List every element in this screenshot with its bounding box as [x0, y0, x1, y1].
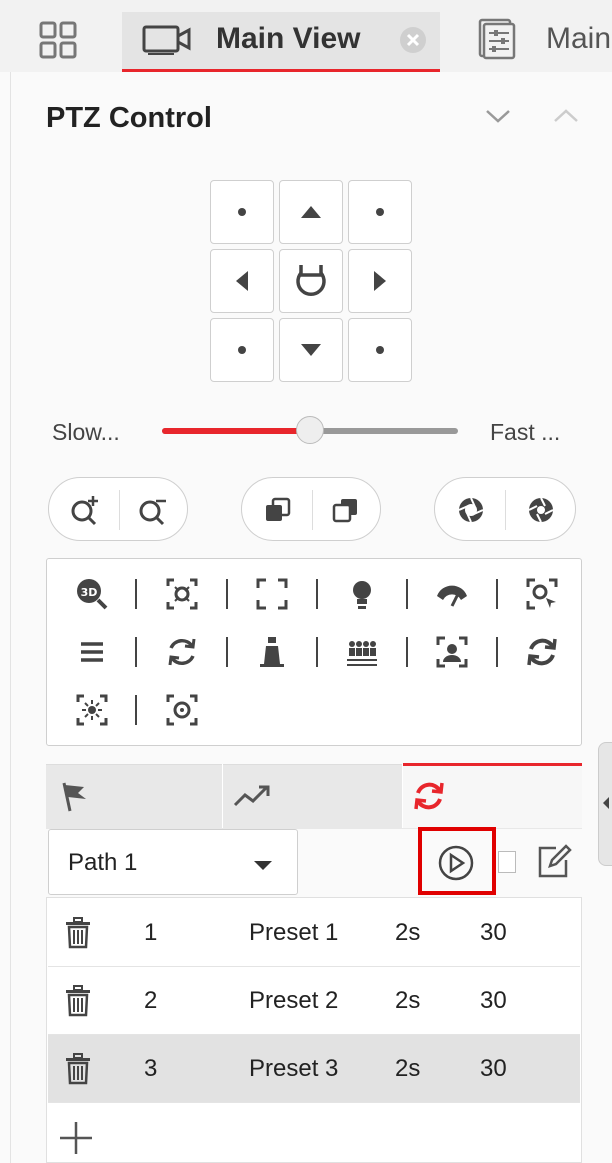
caret-down-icon: [252, 858, 274, 876]
svg-text:3D: 3D: [81, 586, 98, 599]
arrow-up-icon: [301, 206, 321, 218]
flag-icon: [62, 782, 86, 812]
dot-icon: [376, 346, 384, 354]
dot-icon: [238, 208, 246, 216]
preset-name: Preset 1: [249, 919, 339, 946]
pan-right-button[interactable]: [348, 249, 412, 313]
chevron-up-icon[interactable]: [552, 106, 580, 131]
tab-main-2-label[interactable]: Main: [546, 22, 611, 56]
path-dropdown-value: Path 1: [68, 849, 138, 876]
arrow-right-icon: [374, 271, 386, 291]
tab-main-view-label: Main View: [216, 22, 361, 55]
focus-near-icon: [266, 497, 291, 521]
face-capture-icon[interactable]: [432, 632, 472, 672]
iris-close-icon: [528, 497, 554, 523]
defog-icon[interactable]: [72, 690, 112, 730]
park-action-icon[interactable]: [252, 632, 292, 672]
dot-icon: [238, 346, 246, 354]
preset-name: Preset 3: [249, 1055, 339, 1082]
speed-slider-handle[interactable]: [296, 416, 324, 444]
preset-duration: 2s: [395, 919, 421, 946]
preset-index: 1: [144, 919, 158, 946]
panel-collapse-handle[interactable]: [598, 742, 612, 866]
menu-icon[interactable]: [72, 632, 112, 672]
pan-up-left-button[interactable]: [210, 180, 274, 244]
dot-icon: [376, 208, 384, 216]
tab-preset[interactable]: [46, 764, 222, 828]
auto-rotate-button[interactable]: [279, 249, 343, 313]
trash-icon[interactable]: [64, 1053, 92, 1090]
add-preset-button[interactable]: [58, 1120, 94, 1161]
trash-icon[interactable]: [64, 917, 92, 954]
preset-index: 2: [144, 987, 158, 1014]
zoom-in-button[interactable]: [61, 486, 109, 534]
preset-speed: 30: [480, 1055, 507, 1082]
pan-down-left-button[interactable]: [210, 318, 274, 382]
arrow-down-icon: [301, 344, 321, 356]
iris-close-button[interactable]: [517, 486, 565, 534]
close-tab-icon[interactable]: [398, 25, 428, 60]
edit-icon: [538, 844, 572, 878]
zoom-out-button[interactable]: [129, 486, 177, 534]
preset-speed: 30: [480, 987, 507, 1014]
camera-icon: [142, 24, 192, 61]
focus-control-group: [241, 477, 381, 541]
list-item-selected[interactable]: 3 Preset 3 2s 30: [48, 1035, 580, 1103]
center-focus-icon[interactable]: [162, 690, 202, 730]
list-item[interactable]: 2 Preset 2 2s 30: [48, 967, 580, 1035]
iris-open-icon: [458, 497, 484, 523]
preset-speed: 30: [480, 919, 507, 946]
rotate-icon: [296, 265, 326, 297]
zoom-control-group: [48, 477, 188, 541]
pan-left-button[interactable]: [210, 249, 274, 313]
manual-tracking-icon[interactable]: [522, 574, 562, 614]
stop-patrol-button[interactable]: [498, 851, 516, 873]
auto-scan-icon[interactable]: [162, 632, 202, 672]
preset-duration: 2s: [395, 1055, 421, 1082]
pan-up-right-button[interactable]: [348, 180, 412, 244]
iris-open-button[interactable]: [447, 486, 495, 534]
tab-patrol[interactable]: [403, 764, 582, 828]
list-item[interactable]: 1 Preset 1 2s 30: [48, 899, 580, 967]
patrol-refresh-icon: [414, 782, 444, 810]
speed-fast-label: Fast ...: [490, 419, 561, 445]
sync-refresh-icon[interactable]: [522, 632, 562, 672]
iris-control-group: [434, 477, 576, 541]
zoom-out-icon: [139, 499, 166, 526]
preset-name: Preset 2: [249, 987, 339, 1014]
speed-slow-label: Slow...: [52, 419, 120, 445]
arrow-left-icon: [236, 271, 248, 291]
highlight-box: [418, 827, 496, 895]
focus-far-button[interactable]: [322, 486, 370, 534]
zoom-in-icon: [71, 496, 98, 526]
focus-near-button[interactable]: [254, 486, 302, 534]
tilt-up-button[interactable]: [279, 180, 343, 244]
3d-positioning-icon[interactable]: 3D: [72, 574, 112, 614]
pan-down-right-button[interactable]: [348, 318, 412, 382]
speed-slider-fill: [162, 428, 310, 434]
focus-far-icon: [332, 499, 357, 523]
chevron-down-icon[interactable]: [484, 106, 512, 131]
ptz-function-grid: [46, 558, 582, 746]
light-bulb-icon[interactable]: [342, 574, 382, 614]
plus-icon: [60, 1122, 92, 1154]
wiper-icon[interactable]: [432, 574, 472, 614]
trend-line-icon: [233, 785, 270, 807]
people-counting-icon[interactable]: [342, 632, 382, 672]
edit-path-button[interactable]: [536, 844, 572, 885]
trash-icon[interactable]: [64, 985, 92, 1022]
preset-duration: 2s: [395, 987, 421, 1014]
grid-layout-icon[interactable]: [38, 20, 78, 60]
preset-index: 3: [144, 1055, 158, 1082]
regional-focus-icon[interactable]: [162, 574, 202, 614]
tab-pattern[interactable]: [223, 764, 402, 828]
panel-title: PTZ Control: [46, 102, 212, 134]
settings-sliders-icon[interactable]: [474, 18, 518, 65]
tilt-down-button[interactable]: [279, 318, 343, 382]
fullscreen-icon[interactable]: [252, 574, 292, 614]
